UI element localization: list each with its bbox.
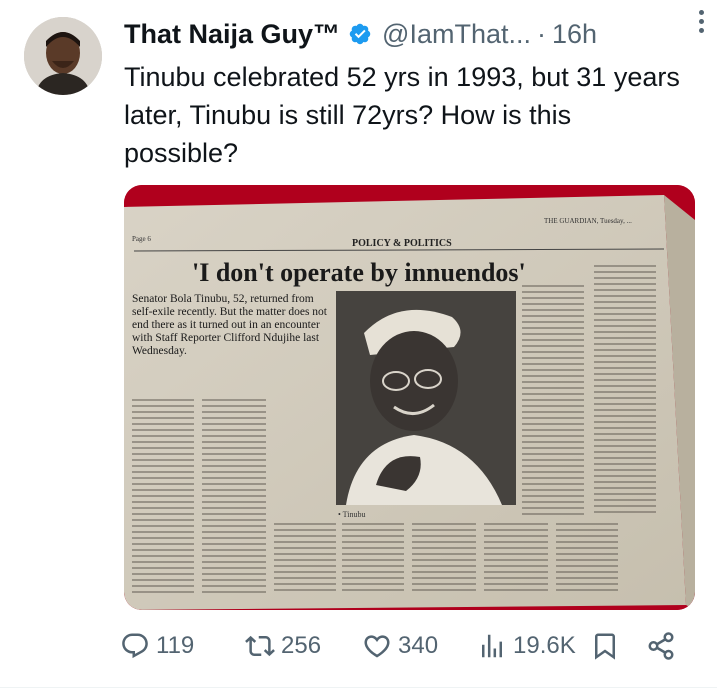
repost-button[interactable]: 256 xyxy=(245,631,321,661)
author-name[interactable]: That Naija Guy™ xyxy=(124,19,340,50)
bookmark-icon xyxy=(595,633,615,660)
like-count: 340 xyxy=(398,632,439,659)
share-icon xyxy=(648,632,674,660)
divider xyxy=(0,687,717,688)
view-count: 19.6K xyxy=(513,632,576,659)
like-icon xyxy=(364,635,390,658)
views-button[interactable]: 19.6K xyxy=(477,631,576,661)
views-icon xyxy=(482,634,502,658)
timestamp[interactable]: 16h xyxy=(552,19,597,50)
tweet-text: Tinubu celebrated 52 yrs in 1993, but 31… xyxy=(124,62,680,168)
newspaper-headline: 'I don't operate by innuendos' xyxy=(192,258,526,287)
author-handle[interactable]: @IamThat... xyxy=(382,19,531,50)
tweet-image[interactable]: THE GUARDIAN, Tuesday, ... Page 6 POLICY… xyxy=(124,185,695,610)
repost-icon xyxy=(245,635,275,657)
avatar[interactable] xyxy=(24,17,102,95)
newspaper-lead: Senator Bola Tinubu, 52, returned from s… xyxy=(132,293,328,357)
tweet-header: That Naija Guy™ @IamThat... · 16h xyxy=(124,14,697,54)
reply-icon xyxy=(122,633,148,659)
newspaper-masthead: THE GUARDIAN, Tuesday, ... xyxy=(544,217,632,225)
newspaper-section: POLICY & POLITICS xyxy=(352,238,452,249)
reply-count: 119 xyxy=(156,632,195,659)
separator-dot: · xyxy=(537,18,546,49)
reply-button[interactable]: 119 xyxy=(120,631,194,661)
tweet-actions: 119 256 340 19.6K xyxy=(120,622,701,670)
bookmark-button[interactable] xyxy=(590,631,620,661)
verified-badge-icon xyxy=(349,23,371,45)
photo-caption: • Tinubu xyxy=(338,510,365,519)
share-button[interactable] xyxy=(646,631,676,661)
avatar-image xyxy=(24,17,102,95)
like-button[interactable]: 340 xyxy=(362,631,438,661)
newspaper-page: Page 6 xyxy=(132,235,151,243)
more-dots-icon[interactable] xyxy=(689,6,713,36)
newspaper-photo: THE GUARDIAN, Tuesday, ... Page 6 POLICY… xyxy=(124,185,695,610)
repost-count: 256 xyxy=(281,632,322,659)
